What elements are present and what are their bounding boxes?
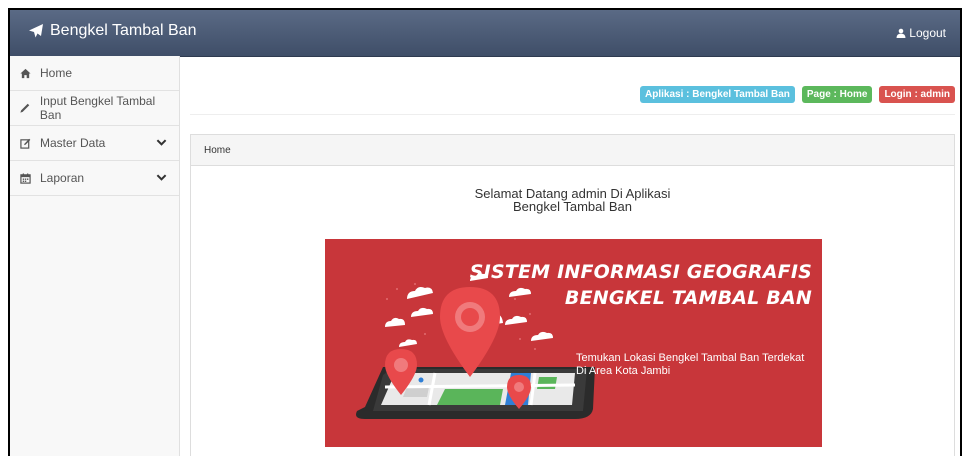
banner-subtitle-line-1: Temukan Lokasi Bengkel Tambal Ban Terdek… xyxy=(576,352,805,364)
hero-banner: SISTEM INFORMASI GEOGRAFIS BENGKEL TAMBA… xyxy=(325,239,822,447)
logout-link[interactable]: Logout xyxy=(896,26,946,40)
home-icon xyxy=(18,66,32,80)
page-badge: Page : Home xyxy=(801,86,873,103)
banner-title-line-2: BENGKEL TAMBAL BAN xyxy=(564,287,812,309)
sidebar-item-label: Master Data xyxy=(40,136,106,150)
edit-icon xyxy=(18,136,32,150)
banner-title-line-1: SISTEM INFORMASI GEOGRAFIS xyxy=(469,261,812,283)
calendar-icon xyxy=(18,171,32,185)
panel-heading: Home xyxy=(191,135,954,166)
login-badge: Login : admin xyxy=(879,86,955,103)
app-name-badge: Aplikasi : Bengkel Tambal Ban xyxy=(640,86,795,103)
chevron-down-icon xyxy=(156,174,167,181)
info-labels: Aplikasi : Bengkel Tambal Ban Page : Hom… xyxy=(640,86,955,103)
sidebar-item-home[interactable]: Home xyxy=(10,56,179,91)
content-panel: Home Selamat Datang admin Di Aplikasi Be… xyxy=(190,134,955,456)
sidebar-item-label: Input Bengkel Tambal Ban xyxy=(39,94,156,122)
chevron-down-icon xyxy=(156,139,167,146)
paper-plane-icon xyxy=(29,24,43,38)
sidebar-item-label: Laporan xyxy=(40,171,85,185)
brand-link[interactable]: Bengkel Tambal Ban xyxy=(28,22,196,40)
sidebar-item-master-data[interactable]: Master Data xyxy=(10,126,179,161)
sidebar-item-input-bengkel[interactable]: Input Bengkel Tambal Ban xyxy=(10,91,179,126)
app-window: Bengkel Tambal Ban Logout Home Input Ben… xyxy=(8,8,962,456)
sidebar: Home Input Bengkel Tambal Ban Master Dat… xyxy=(10,56,180,456)
user-icon xyxy=(896,28,906,38)
banner-subtitle-line-2: Di Area Kota Jambi xyxy=(576,365,671,377)
top-navbar: Bengkel Tambal Ban Logout xyxy=(10,10,960,57)
logout-label: Logout xyxy=(909,26,946,40)
brand-title: Bengkel Tambal Ban xyxy=(50,22,197,39)
welcome-line-2: Bengkel Tambal Ban xyxy=(512,199,632,214)
sidebar-item-label: Home xyxy=(40,66,73,80)
divider xyxy=(190,114,955,115)
welcome-text: Selamat Datang admin Di Aplikasi Bengkel… xyxy=(191,187,954,213)
main-content: Aplikasi : Bengkel Tambal Ban Page : Hom… xyxy=(180,56,960,456)
pencil-icon xyxy=(18,101,32,115)
sidebar-item-laporan[interactable]: Laporan xyxy=(10,161,179,196)
